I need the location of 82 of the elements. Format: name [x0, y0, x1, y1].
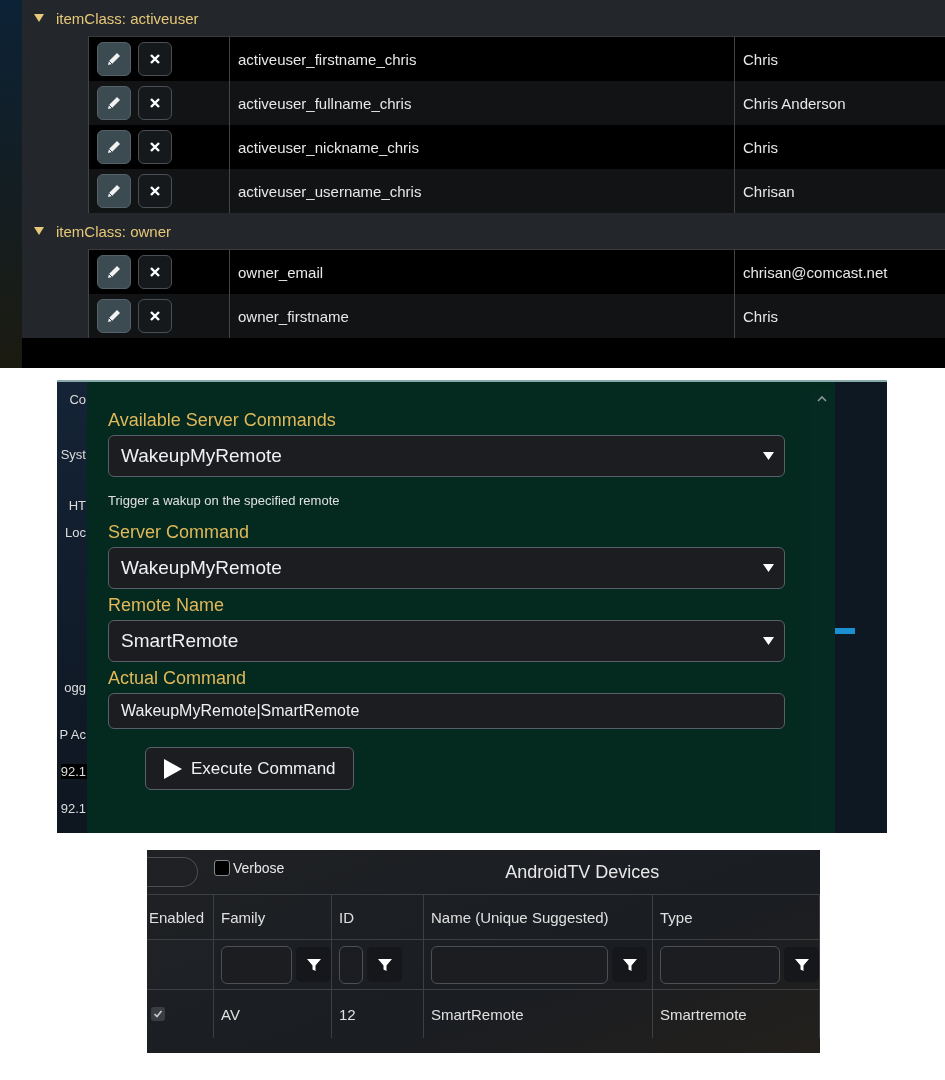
close-icon — [149, 53, 161, 65]
table-cell-text: chrisan@comcast.net — [742, 262, 889, 283]
filter-icon — [376, 956, 393, 973]
close-icon — [149, 310, 161, 322]
play-icon — [163, 758, 183, 779]
column-header[interactable]: Family — [214, 895, 332, 940]
edit-button[interactable] — [97, 42, 131, 76]
pencil-icon — [105, 94, 123, 112]
filter-input[interactable] — [221, 945, 292, 984]
pencil-icon — [105, 182, 123, 200]
table-cell: 12 — [332, 990, 424, 1038]
group-header[interactable]: itemClass: owner — [22, 213, 945, 249]
background-text: Co — [69, 392, 87, 407]
edit-button[interactable] — [97, 86, 131, 120]
highlight-bar — [835, 628, 855, 634]
edit-button[interactable] — [97, 174, 131, 208]
background-text: 92.1 — [60, 764, 87, 779]
filter-button[interactable] — [296, 947, 331, 982]
filter-button[interactable] — [367, 947, 402, 982]
delete-button[interactable] — [138, 86, 172, 120]
edit-button[interactable] — [97, 255, 131, 289]
table-cell-text: Chris Anderson — [742, 93, 847, 114]
delete-button[interactable] — [138, 174, 172, 208]
table-cell: Smartremote — [653, 990, 820, 1038]
pencil-icon — [105, 307, 123, 325]
panel-title: AndroidTV Devices — [504, 861, 661, 883]
delete-button[interactable] — [138, 130, 172, 164]
delete-button[interactable] — [138, 299, 172, 333]
edit-button[interactable] — [97, 130, 131, 164]
background-text: Syst — [60, 447, 87, 462]
background-text: P Ac — [59, 727, 87, 742]
column-header[interactable]: Enabled — [147, 895, 214, 940]
filter-input[interactable] — [339, 945, 363, 984]
table-cell: SmartRemote — [424, 990, 653, 1038]
table-cell: activeuser_username_chris — [230, 169, 735, 213]
column-header[interactable]: Name (Unique Suggested) — [424, 895, 653, 940]
background-text: ogg — [64, 680, 87, 695]
close-icon — [149, 266, 161, 278]
table-cell-text: Chris — [742, 49, 779, 70]
background-text: HT — [68, 498, 87, 513]
field-label: Remote Name — [108, 595, 226, 616]
column-header[interactable]: ID — [332, 895, 424, 940]
filter-icon — [793, 956, 810, 973]
filter-input[interactable] — [660, 945, 780, 984]
edit-button[interactable] — [97, 299, 131, 333]
filter-icon — [621, 956, 638, 973]
input-field[interactable]: WakeupMyRemote|SmartRemote — [108, 693, 785, 729]
scroll-up-icon — [817, 396, 827, 402]
delete-button[interactable] — [138, 255, 172, 289]
description-text: Trigger a wakup on the specified remote — [108, 493, 341, 508]
check-icon — [153, 1009, 163, 1019]
close-icon — [149, 185, 161, 197]
filter-button[interactable] — [612, 947, 647, 982]
group-header[interactable]: itemClass: activeuser — [22, 0, 945, 36]
pencil-icon — [105, 50, 123, 68]
dropdown-arrow-icon — [763, 452, 774, 460]
background-text: Loc — [65, 525, 87, 540]
execute-button[interactable]: Execute Command — [145, 747, 354, 790]
background-text: 92.1 — [60, 801, 87, 816]
table-cell-text: Chris — [742, 306, 779, 327]
pencil-icon — [105, 263, 123, 281]
dropdown[interactable]: SmartRemote — [108, 620, 785, 662]
dropdown-arrow-icon — [763, 637, 774, 645]
close-icon — [149, 97, 161, 109]
dropdown[interactable]: WakeupMyRemote — [108, 435, 785, 477]
dropdown-arrow-icon — [763, 564, 774, 572]
filter-button[interactable] — [784, 947, 819, 982]
field-label: Available Server Commands — [108, 410, 337, 431]
pencil-icon — [105, 138, 123, 156]
field-label: Actual Command — [108, 668, 248, 689]
table-cell-text: Chris — [742, 137, 779, 158]
field-label: Server Command — [108, 522, 251, 543]
delete-button[interactable] — [138, 42, 172, 76]
filter-input[interactable] — [431, 945, 608, 984]
dropdown[interactable]: WakeupMyRemote — [108, 547, 785, 589]
verbose-checkbox[interactable]: Verbose — [214, 860, 285, 876]
column-header[interactable]: Type — [653, 895, 820, 940]
close-icon — [149, 141, 161, 153]
enabled-checkbox[interactable] — [151, 1007, 165, 1021]
table-cell: AV — [214, 990, 332, 1038]
filter-icon — [305, 956, 322, 973]
table-cell-text: Chrisan — [742, 181, 796, 202]
